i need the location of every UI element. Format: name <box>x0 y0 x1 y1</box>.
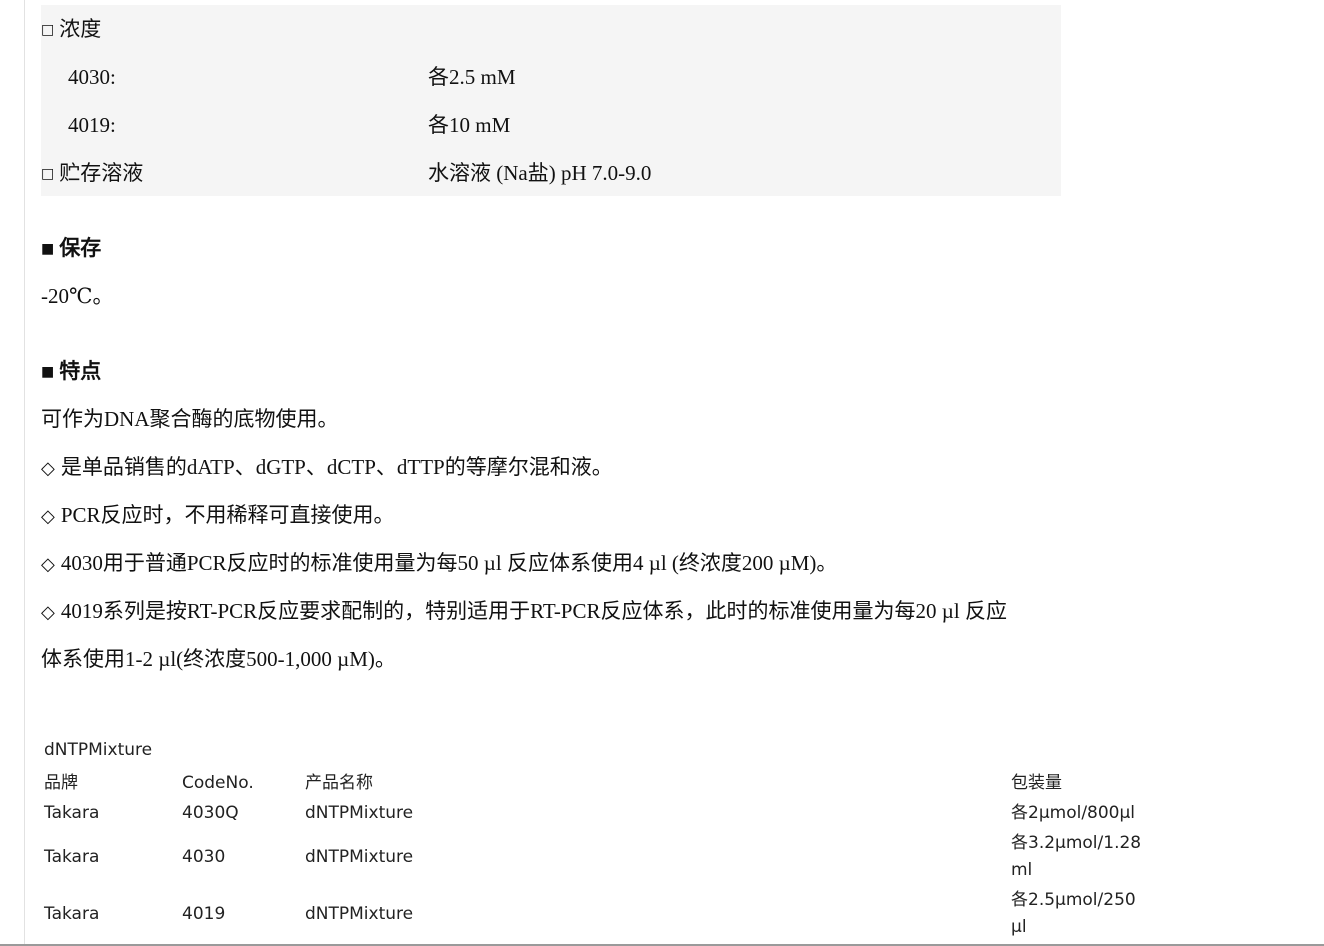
cell-code: 4030Q <box>182 803 239 823</box>
cell-code: 4030 <box>182 847 226 867</box>
feature-item: ◇ PCR反应时，不用稀释可直接使用。 <box>41 503 395 527</box>
cell-brand: Takara <box>44 904 100 924</box>
checkbox-square-icon: □ <box>41 22 55 38</box>
diamond-bullet-icon: ◇ <box>41 458 55 479</box>
storage-text: -20℃。 <box>41 284 114 308</box>
diamond-bullet-icon: ◇ <box>41 602 55 623</box>
cell-pack: 各2μmol/800μl <box>1011 803 1136 823</box>
header-pack: 包装量 <box>1011 773 1062 793</box>
concentration-label: 浓度 <box>59 17 102 41</box>
feature-item: ◇ 4019系列是按RT-PCR反应要求配制的，特别适用于RT-PCR反应体系，此… <box>41 599 1007 623</box>
header-brand: 品牌 <box>44 773 78 793</box>
storage-solution-label: 贮存溶液 <box>59 161 144 185</box>
square-bullet-icon: ■ <box>41 241 55 257</box>
cell-name: dNTPMixture <box>305 803 414 823</box>
spec-key: 4030: <box>68 65 116 89</box>
header-code: CodeNo. <box>182 773 254 793</box>
feature-item-continuation: 体系使用1-2 µl(终浓度500-1,000 µM)。 <box>41 647 396 671</box>
cell-pack: 各3.2μmol/1.28ml <box>1011 833 1142 880</box>
storage-heading: ■ 保存 <box>41 236 102 260</box>
table-caption: dNTPMixture <box>44 740 153 760</box>
cell-name: dNTPMixture <box>305 904 414 924</box>
square-bullet-icon: ■ <box>41 364 55 380</box>
diamond-bullet-icon: ◇ <box>41 554 55 575</box>
feature-item: ◇ 是单品销售的dATP、dGTP、dCTP、dTTP的等摩尔混和液。 <box>41 455 613 479</box>
features-intro: 可作为DNA聚合酶的底物使用。 <box>41 407 339 431</box>
page-left-border <box>24 0 25 946</box>
spec-key: 4019: <box>68 113 116 137</box>
features-heading: ■ 特点 <box>41 359 102 383</box>
diamond-bullet-icon: ◇ <box>41 506 55 527</box>
storage-solution-value: 水溶液 (Na盐) pH 7.0-9.0 <box>428 161 652 185</box>
spec-value: 各10 mM <box>428 113 511 137</box>
cell-pack: 各2.5μmol/250μl <box>1011 890 1136 937</box>
cell-code: 4019 <box>182 904 226 924</box>
feature-item: ◇ 4030用于普通PCR反应时的标准使用量为每50 µl 反应体系使用4 µl … <box>41 551 838 575</box>
spec-box: □ 浓度 4030: 各2.5 mM 4019: 各10 mM □ 贮存溶液 水溶液… <box>41 5 1061 196</box>
header-name: 产品名称 <box>305 773 373 793</box>
cell-brand: Takara <box>44 847 100 867</box>
cell-brand: Takara <box>44 803 100 823</box>
checkbox-square-icon: □ <box>41 166 55 182</box>
spec-value: 各2.5 mM <box>428 65 516 89</box>
cell-name: dNTPMixture <box>305 847 414 867</box>
